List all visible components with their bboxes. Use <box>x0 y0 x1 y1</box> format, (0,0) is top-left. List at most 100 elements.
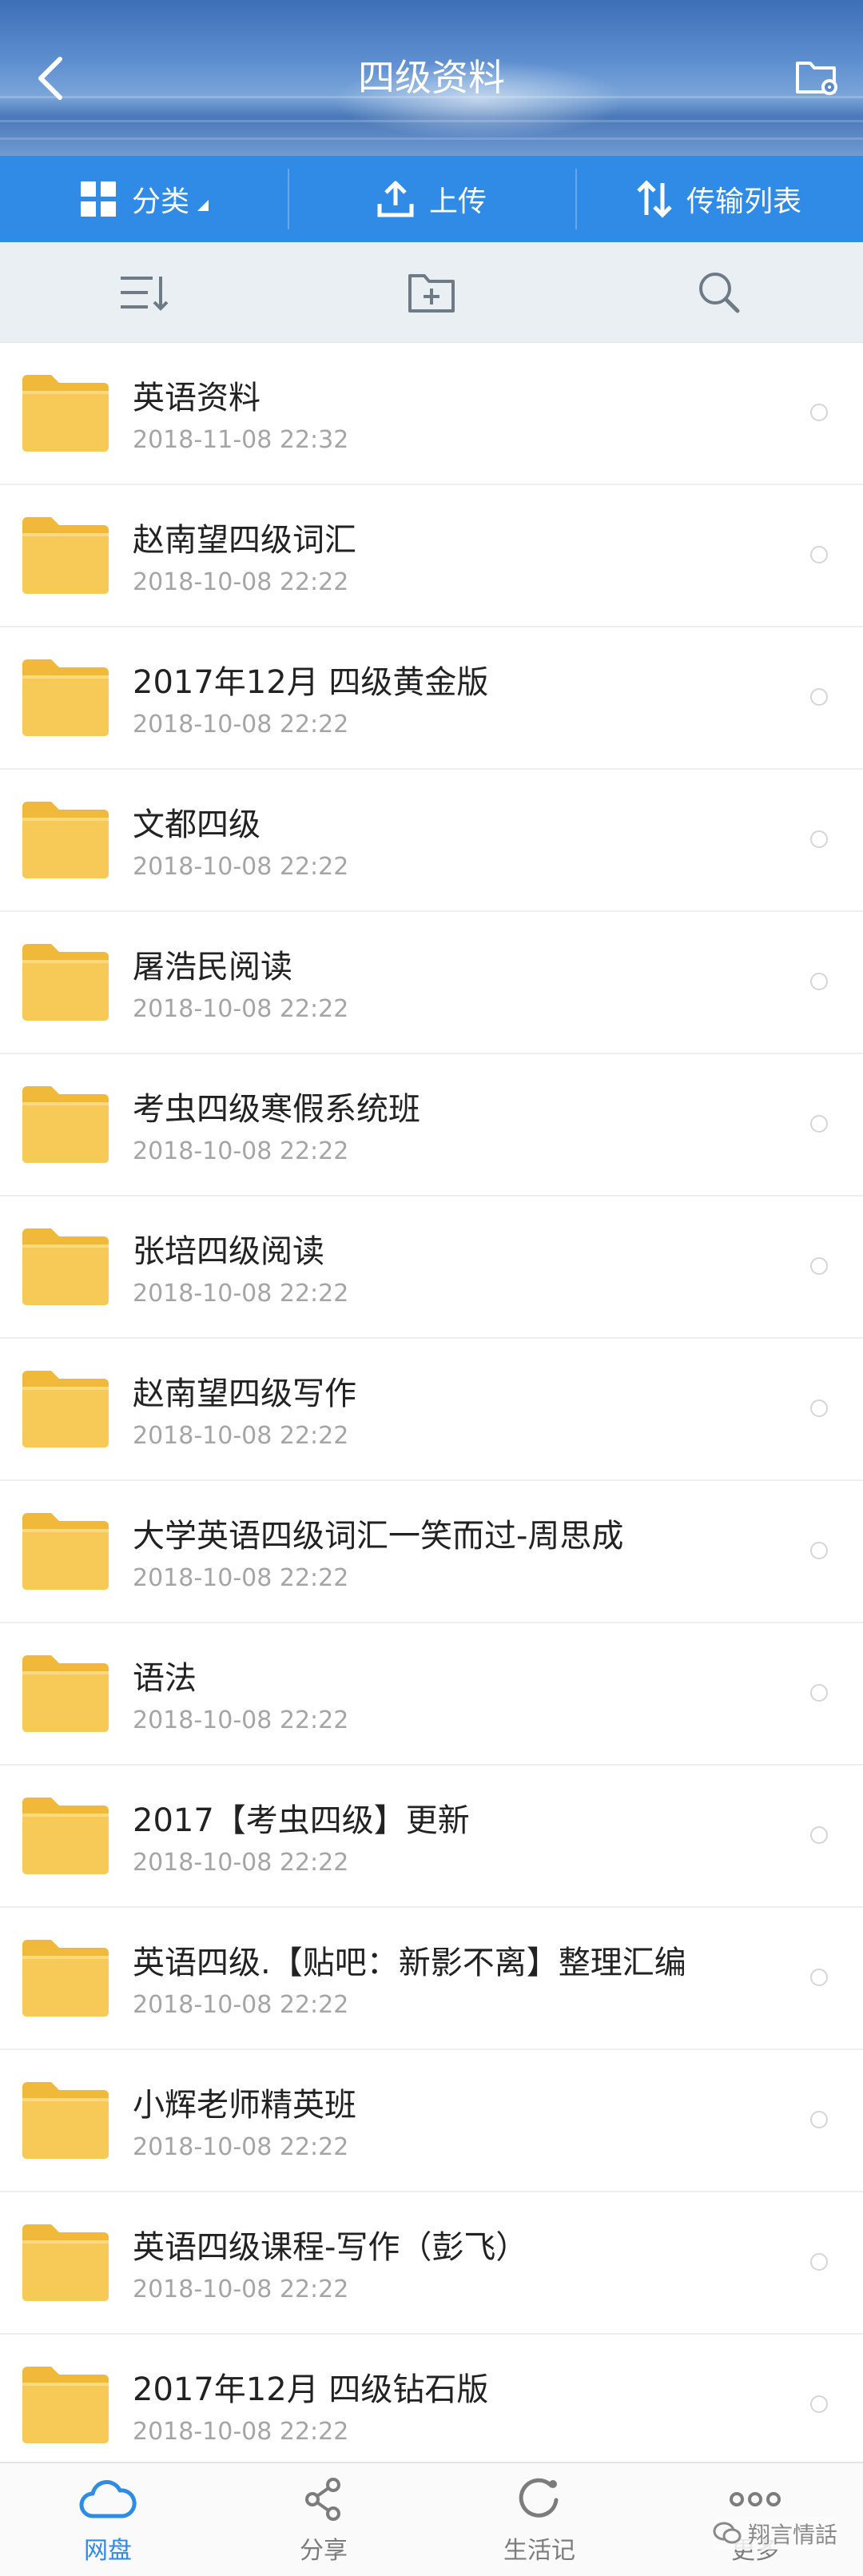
nav-cloud-drive[interactable]: 网盘 <box>0 2463 216 2576</box>
folder-icon <box>21 2365 110 2445</box>
tab-upload[interactable]: 上传 <box>288 156 575 242</box>
file-row[interactable]: 2017【考虫四级】更新 2018-10-08 22:22 <box>0 1766 863 1908</box>
file-date: 2018-10-08 22:22 <box>133 711 349 739</box>
file-name: 考虫四级寒假系统班 <box>133 1091 420 1128</box>
folder-icon <box>21 1511 110 1591</box>
file-row[interactable]: 赵南望四级写作 2018-10-08 22:22 <box>0 1339 863 1481</box>
file-date: 2018-10-08 22:22 <box>133 1422 349 1450</box>
refresh-circle-icon <box>516 2474 563 2524</box>
header: 四级资料 <box>0 0 863 156</box>
file-name: 文都四级 <box>133 806 260 843</box>
select-radio[interactable] <box>810 2111 828 2128</box>
folder-icon <box>21 1227 110 1307</box>
file-row[interactable]: 文都四级 2018-10-08 22:22 <box>0 770 863 912</box>
nav-share[interactable]: 分享 <box>216 2463 432 2576</box>
file-name: 2017【考虫四级】更新 <box>133 1802 470 1839</box>
file-name: 英语四级课程-写作（彭飞） <box>133 2229 528 2266</box>
file-name: 2017年12月 四级钻石版 <box>133 2371 489 2408</box>
select-radio[interactable] <box>810 1399 828 1417</box>
grid-icon <box>79 180 117 218</box>
file-date: 2018-10-08 22:22 <box>133 1280 349 1308</box>
file-date: 2018-10-08 22:22 <box>133 853 349 881</box>
file-date: 2018-10-08 22:22 <box>133 568 349 596</box>
select-radio[interactable] <box>810 404 828 421</box>
file-date: 2018-10-08 22:22 <box>133 2133 349 2161</box>
folder-icon <box>21 800 110 880</box>
file-row[interactable]: 英语四级.【贴吧：新影不离】整理汇编 2018-10-08 22:22 <box>0 1908 863 2050</box>
search-icon <box>699 272 740 313</box>
folder-icon <box>21 373 110 453</box>
file-name: 2017年12月 四级黄金版 <box>133 664 489 701</box>
sort-button[interactable] <box>0 242 288 342</box>
tab-transfer-list-label: 传输列表 <box>686 185 801 218</box>
select-radio[interactable] <box>810 546 828 563</box>
file-list: 英语资料 2018-11-08 22:32 赵南望四级词汇 2018-10-08 22… <box>0 343 863 2477</box>
select-radio[interactable] <box>810 1257 828 1275</box>
folder-icon <box>21 516 110 595</box>
file-name: 小辉老师精英班 <box>133 2087 356 2124</box>
file-row[interactable]: 2017年12月 四级钻石版 2018-10-08 22:22 <box>0 2335 863 2477</box>
tab-category-label: 分类 <box>131 185 189 218</box>
sort-icon <box>121 276 169 311</box>
select-radio[interactable] <box>810 973 828 990</box>
file-toolbar <box>0 242 863 343</box>
select-radio[interactable] <box>810 1542 828 1559</box>
select-radio[interactable] <box>810 688 828 706</box>
more-icon <box>729 2474 781 2524</box>
file-row[interactable]: 语法 2018-10-08 22:22 <box>0 1623 863 1766</box>
folder-icon <box>21 658 110 738</box>
folder-icon <box>21 1938 110 2018</box>
tab-transfer-list[interactable]: 传输列表 <box>575 156 863 242</box>
nav-life-notes[interactable]: 生活记 <box>432 2463 647 2576</box>
file-row[interactable]: 2017年12月 四级黄金版 2018-10-08 22:22 <box>0 627 863 770</box>
action-tabbar: 分类 上传 传输列表 <box>0 156 863 242</box>
select-radio[interactable] <box>810 2253 828 2271</box>
folder-icon <box>21 2080 110 2160</box>
folder-icon <box>21 1796 110 1876</box>
file-row[interactable]: 考虫四级寒假系统班 2018-10-08 22:22 <box>0 1054 863 1196</box>
folder-icon <box>21 2223 110 2303</box>
new-folder-button[interactable] <box>288 242 575 342</box>
file-name: 屠浩民阅读 <box>133 949 292 985</box>
file-name: 英语资料 <box>133 380 260 416</box>
select-radio[interactable] <box>810 2395 828 2413</box>
file-name: 张培四级阅读 <box>133 1233 324 1270</box>
file-date: 2018-10-08 22:22 <box>133 1564 349 1592</box>
file-date: 2018-10-08 22:22 <box>133 1849 349 1877</box>
upload-icon <box>376 180 415 218</box>
search-button[interactable] <box>575 242 863 342</box>
watermark-text: 翔言情話 <box>747 2522 837 2548</box>
select-radio[interactable] <box>810 1684 828 1702</box>
select-radio[interactable] <box>810 830 828 848</box>
cloud-icon <box>78 2474 137 2524</box>
file-name: 赵南望四级写作 <box>133 1376 356 1412</box>
select-radio[interactable] <box>810 1115 828 1133</box>
folder-icon <box>21 1654 110 1734</box>
file-row[interactable]: 张培四级阅读 2018-10-08 22:22 <box>0 1196 863 1339</box>
transfer-icon <box>637 180 672 218</box>
file-date: 2018-10-08 22:22 <box>133 1991 349 2019</box>
back-button[interactable] <box>30 46 70 110</box>
file-row[interactable]: 英语四级课程-写作（彭飞） 2018-10-08 22:22 <box>0 2192 863 2335</box>
folder-settings-button[interactable] <box>789 50 845 106</box>
tab-category[interactable]: 分类 <box>0 156 288 242</box>
file-row[interactable]: 赵南望四级词汇 2018-10-08 22:22 <box>0 485 863 627</box>
file-row[interactable]: 英语资料 2018-11-08 22:32 <box>0 343 863 485</box>
file-row[interactable]: 屠浩民阅读 2018-10-08 22:22 <box>0 912 863 1054</box>
folder-icon <box>21 1085 110 1165</box>
folder-settings-icon <box>796 62 837 95</box>
nav-life-notes-label: 生活记 <box>503 2536 575 2565</box>
share-icon <box>301 2474 346 2524</box>
select-radio[interactable] <box>810 1826 828 1844</box>
file-row[interactable]: 大学英语四级词汇一笑而过-周思成 2018-10-08 22:22 <box>0 1481 863 1623</box>
new-folder-icon <box>408 273 455 313</box>
select-radio[interactable] <box>810 1969 828 1986</box>
file-row[interactable]: 小辉老师精英班 2018-10-08 22:22 <box>0 2050 863 2192</box>
file-date: 2018-10-08 22:22 <box>133 1137 349 1165</box>
header-decoration <box>0 137 863 140</box>
caret-icon <box>197 200 209 211</box>
header-decoration <box>0 96 863 98</box>
file-date: 2018-10-08 22:22 <box>133 2275 349 2303</box>
wechat-icon <box>713 2522 742 2546</box>
back-arrow-icon <box>38 57 62 100</box>
